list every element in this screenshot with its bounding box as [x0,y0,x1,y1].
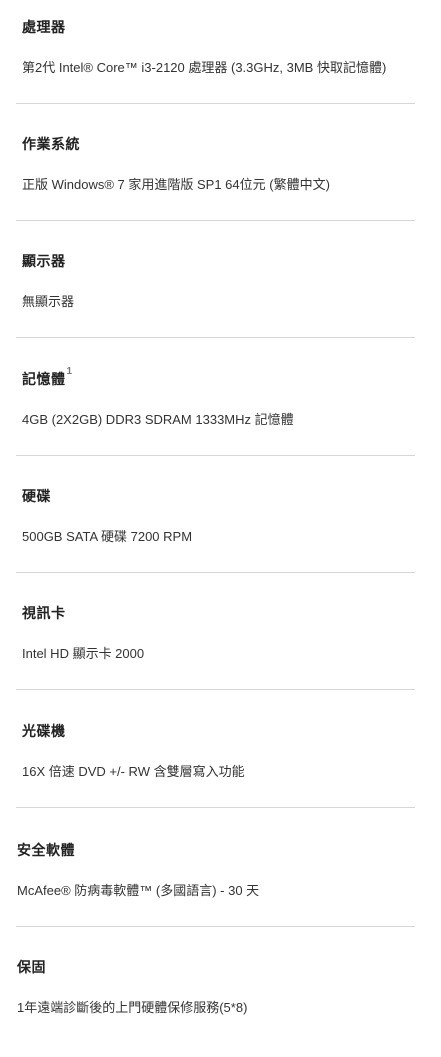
divider [16,689,415,690]
spec-title: 記憶體1 [22,366,73,387]
divider [16,807,415,808]
spec-title: 硬碟 [22,488,51,504]
footnote-marker[interactable]: 1 [67,366,73,377]
spec-item-optical-drive: 光碟機 16X 倍速 DVD +/- RW 含雙層寫入功能 [0,704,441,821]
spec-value: 500GB SATA 硬碟 7200 RPM [22,529,193,544]
spec-value: Intel HD 顯示卡 2000 [22,646,145,661]
spec-value: 16X 倍速 DVD +/- RW 含雙層寫入功能 [22,764,245,779]
spec-value: 4GB (2X2GB) DDR3 SDRAM 1333MHz 記憶體 [22,412,294,427]
spec-item-display: 顯示器 無顯示器 [0,234,441,351]
divider [16,103,415,104]
divider [16,455,415,456]
spec-item-hard-drive: 硬碟 500GB SATA 硬碟 7200 RPM [0,469,441,586]
spec-item-graphics: 視訊卡 Intel HD 顯示卡 2000 [0,586,441,703]
spec-item-processor: 處理器 第2代 Intel® Core™ i3-2120 處理器 (3.3GHz… [0,0,441,117]
divider [16,572,415,573]
spec-title: 安全軟體 [17,842,75,858]
spec-value: 無顯示器 [22,294,75,309]
spec-value: 正版 Windows® 7 家用進階版 SP1 64位元 (繁體中文) [22,177,330,192]
spec-title: 作業系統 [22,136,80,152]
divider [16,926,415,927]
spec-value: 1年遠端診斷後的上門硬體保修服務(5*8) [17,1000,248,1015]
spec-title: 光碟機 [22,723,66,739]
spec-title: 顯示器 [22,253,66,269]
spec-item-security-software: 安全軟體 McAfee® 防病毒軟體™ (多國語言) - 30 天 [0,823,441,940]
spec-item-os: 作業系統 正版 Windows® 7 家用進階版 SP1 64位元 (繁體中文) [0,117,441,234]
spec-title: 處理器 [22,19,66,35]
spec-value: McAfee® 防病毒軟體™ (多國語言) - 30 天 [17,883,260,898]
divider [16,220,415,221]
spec-item-memory: 記憶體1 4GB (2X2GB) DDR3 SDRAM 1333MHz 記憶體 [0,352,441,469]
spec-value: 第2代 Intel® Core™ i3-2120 處理器 (3.3GHz, 3M… [22,60,387,75]
divider [16,337,415,338]
spec-title: 保固 [17,959,46,975]
spec-item-warranty: 保固 1年遠端診斷後的上門硬體保修服務(5*8) [0,940,441,1057]
spec-title: 視訊卡 [22,605,66,621]
